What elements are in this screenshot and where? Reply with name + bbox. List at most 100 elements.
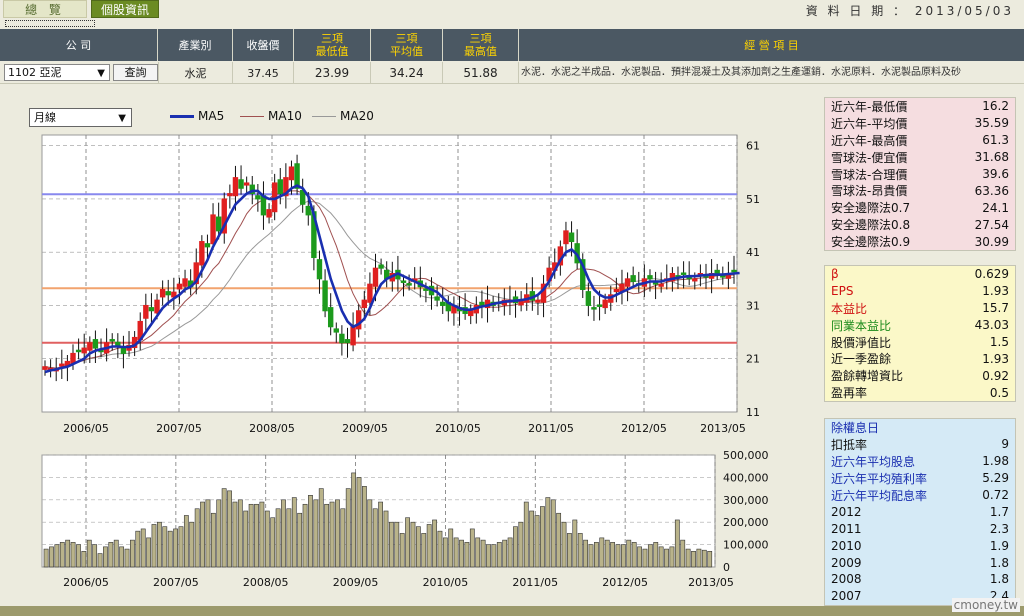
panel-row: 近六年-最低價 16.2 [825, 98, 1015, 115]
volume-bar [65, 539, 71, 568]
volume-bar [669, 546, 675, 568]
candle [210, 214, 216, 245]
tab-overview[interactable]: 總 覽 [3, 0, 87, 18]
stock-app: 總 覽 個股資訊 資 料 日 期 ： 2013/05/03 公 司 產業別 收盤… [0, 0, 1024, 616]
candle [624, 278, 631, 287]
x-tick-label: 2013/05 [700, 422, 746, 435]
panel-row-value: 1.9 [989, 538, 1009, 553]
panel-row-value: 1.98 [982, 454, 1009, 469]
volume-bar [54, 544, 60, 568]
panel-row-value: 0.5 [989, 385, 1009, 400]
y-tick-label: 61 [746, 140, 760, 153]
candle [596, 304, 603, 307]
candle [680, 272, 687, 275]
panel-row-label: β [831, 267, 839, 282]
volume-bar [345, 488, 351, 568]
candle [613, 288, 620, 293]
volume-bar [685, 548, 691, 568]
volume-bar [286, 508, 292, 568]
volume-bar [691, 551, 696, 568]
header-low3-line1: 三項 [321, 32, 343, 45]
candle [692, 278, 698, 282]
panel-row: 雪球法-昂貴價 63.36 [825, 182, 1015, 199]
volume-bar [513, 526, 518, 568]
period-select[interactable]: 月線 ▼ [29, 108, 132, 127]
volume-bar [410, 521, 416, 568]
candle [333, 328, 339, 333]
legend-ma20-label: MA20 [340, 109, 374, 123]
panel-row-label: 除權息日 [831, 420, 880, 435]
volume-bar [86, 539, 92, 568]
volume-x-tick-label: 2008/05 [243, 576, 289, 589]
candle [372, 267, 379, 287]
volume-bar [254, 503, 259, 568]
chevron-down-icon: ▼ [118, 113, 126, 124]
volume-bar [108, 542, 114, 568]
dividend-panel: 除權息日 扣抵率 9 近六年平均股息 1.98 近六年平均殖利率 5.29 近六年平均配息率 0… [824, 418, 1016, 606]
candle [367, 283, 373, 303]
volume-bar [631, 542, 637, 568]
y-tick-label: 31 [746, 299, 760, 312]
cell-avg3: 34.24 [371, 62, 443, 84]
volume-bar [388, 521, 394, 568]
volume-y-tick-label: 100,000 [723, 539, 769, 552]
panel-row-label: 雪球法-合理價 [831, 167, 908, 182]
panel-row-label: 盈再率 [831, 386, 868, 401]
volume-bar [162, 526, 168, 568]
panel-row-label: 2010 [831, 538, 862, 553]
panel-row-label: 近六年平均殖利率 [831, 471, 928, 486]
candle [42, 366, 48, 370]
volume-y-tick-label: 200,000 [723, 516, 769, 529]
candle [406, 283, 412, 286]
panel-row-value: 39.6 [982, 167, 1009, 181]
panel-row: 雪球法-合理價 39.6 [825, 166, 1015, 183]
volume-bar [464, 542, 470, 568]
cell-high3: 51.88 [443, 62, 519, 84]
panel-row-label: 安全邊際法0.9 [831, 235, 911, 250]
header-avg3-line1: 三項 [395, 32, 418, 45]
panel-row: 同業本益比 43.03 [825, 317, 1015, 334]
tab-stock-info[interactable]: 個股資訊 [91, 0, 159, 18]
panel-row: 近一季盈餘 1.93 [825, 350, 1015, 367]
header-industry: 產業別 [158, 29, 233, 61]
volume-bar [194, 508, 200, 568]
query-button[interactable]: 查詢 [113, 64, 158, 81]
candle [327, 307, 334, 328]
candle [288, 166, 295, 181]
header-company: 公 司 [0, 29, 158, 61]
volume-bar [459, 539, 464, 568]
candle [344, 339, 351, 344]
candle [92, 339, 99, 349]
volume-bar [610, 542, 615, 568]
volume-bar [270, 517, 276, 568]
y-tick-label: 21 [746, 353, 760, 366]
stock-select[interactable]: 1102 亞泥 ▼ [4, 64, 110, 81]
volume-bar [297, 512, 303, 568]
candle [238, 179, 244, 189]
candle [154, 299, 160, 314]
volume-bar [119, 546, 125, 568]
panel-row: 扣抵率 9 [825, 436, 1015, 453]
volume-bar [523, 501, 529, 568]
volume-bar [92, 544, 98, 568]
x-tick-label: 2009/05 [342, 422, 388, 435]
volume-bar [189, 521, 195, 568]
panel-row-label: 2008 [831, 572, 862, 587]
volume-bar [567, 533, 572, 568]
panel-row: 除權息日 [825, 419, 1015, 436]
candle [305, 205, 311, 216]
panel-row: 2012 1.7 [825, 503, 1015, 520]
header-high3: 三項 最高值 [443, 29, 519, 61]
volume-bar [529, 510, 535, 568]
panel-row: 安全邊際法0.8 27.54 [825, 216, 1015, 233]
cell-close: 37.45 [233, 62, 294, 84]
volume-bar [426, 524, 432, 568]
volume-bar [367, 499, 373, 568]
volume-bar [647, 544, 653, 568]
volume-bar [653, 542, 659, 568]
candle [115, 341, 121, 346]
volume-bar [232, 501, 238, 568]
volume-bar [588, 544, 594, 568]
x-tick-label: 2008/05 [249, 422, 295, 435]
data-date: 資 料 日 期 ： 2013/05/03 [805, 4, 1014, 18]
